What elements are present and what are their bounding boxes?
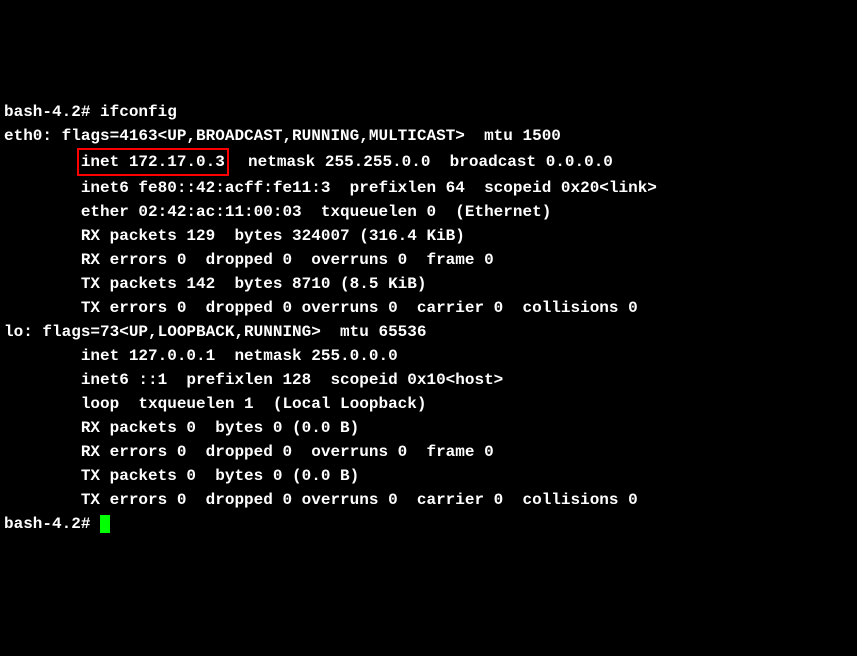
command-text: ifconfig (100, 103, 177, 121)
eth0-tx-packets: TX packets 142 bytes 8710 (8.5 KiB) (4, 272, 853, 296)
lo-tx-packets: TX packets 0 bytes 0 (0.0 B) (4, 464, 853, 488)
eth0-header: eth0: flags=4163<UP,BROADCAST,RUNNING,MU… (4, 124, 853, 148)
eth0-rx-errors: RX errors 0 dropped 0 overruns 0 frame 0 (4, 248, 853, 272)
shell-prompt-2: bash-4.2# (4, 515, 100, 533)
indent (4, 153, 81, 171)
cursor-block (100, 515, 110, 533)
lo-loop: loop txqueuelen 1 (Local Loopback) (4, 392, 853, 416)
eth0-inet-rest: netmask 255.255.0.0 broadcast 0.0.0.0 (229, 153, 613, 171)
lo-tx-errors: TX errors 0 dropped 0 overruns 0 carrier… (4, 488, 853, 512)
eth0-inet-highlighted: inet 172.17.0.3 (77, 148, 229, 176)
lo-inet6: inet6 ::1 prefixlen 128 scopeid 0x10<hos… (4, 368, 853, 392)
command-line: bash-4.2# ifconfig (4, 100, 853, 124)
eth0-inet6: inet6 fe80::42:acff:fe11:3 prefixlen 64 … (4, 176, 853, 200)
eth0-rx-packets: RX packets 129 bytes 324007 (316.4 KiB) (4, 224, 853, 248)
prompt-line: bash-4.2# (4, 512, 853, 536)
lo-header: lo: flags=73<UP,LOOPBACK,RUNNING> mtu 65… (4, 320, 853, 344)
lo-rx-errors: RX errors 0 dropped 0 overruns 0 frame 0 (4, 440, 853, 464)
lo-inet: inet 127.0.0.1 netmask 255.0.0.0 (4, 344, 853, 368)
shell-prompt: bash-4.2# (4, 103, 100, 121)
terminal-output[interactable]: bash-4.2# ifconfigeth0: flags=4163<UP,BR… (4, 100, 853, 536)
eth0-ether: ether 02:42:ac:11:00:03 txqueuelen 0 (Et… (4, 200, 853, 224)
eth0-inet-line: inet 172.17.0.3 netmask 255.255.0.0 broa… (4, 148, 853, 176)
eth0-tx-errors: TX errors 0 dropped 0 overruns 0 carrier… (4, 296, 853, 320)
lo-rx-packets: RX packets 0 bytes 0 (0.0 B) (4, 416, 853, 440)
